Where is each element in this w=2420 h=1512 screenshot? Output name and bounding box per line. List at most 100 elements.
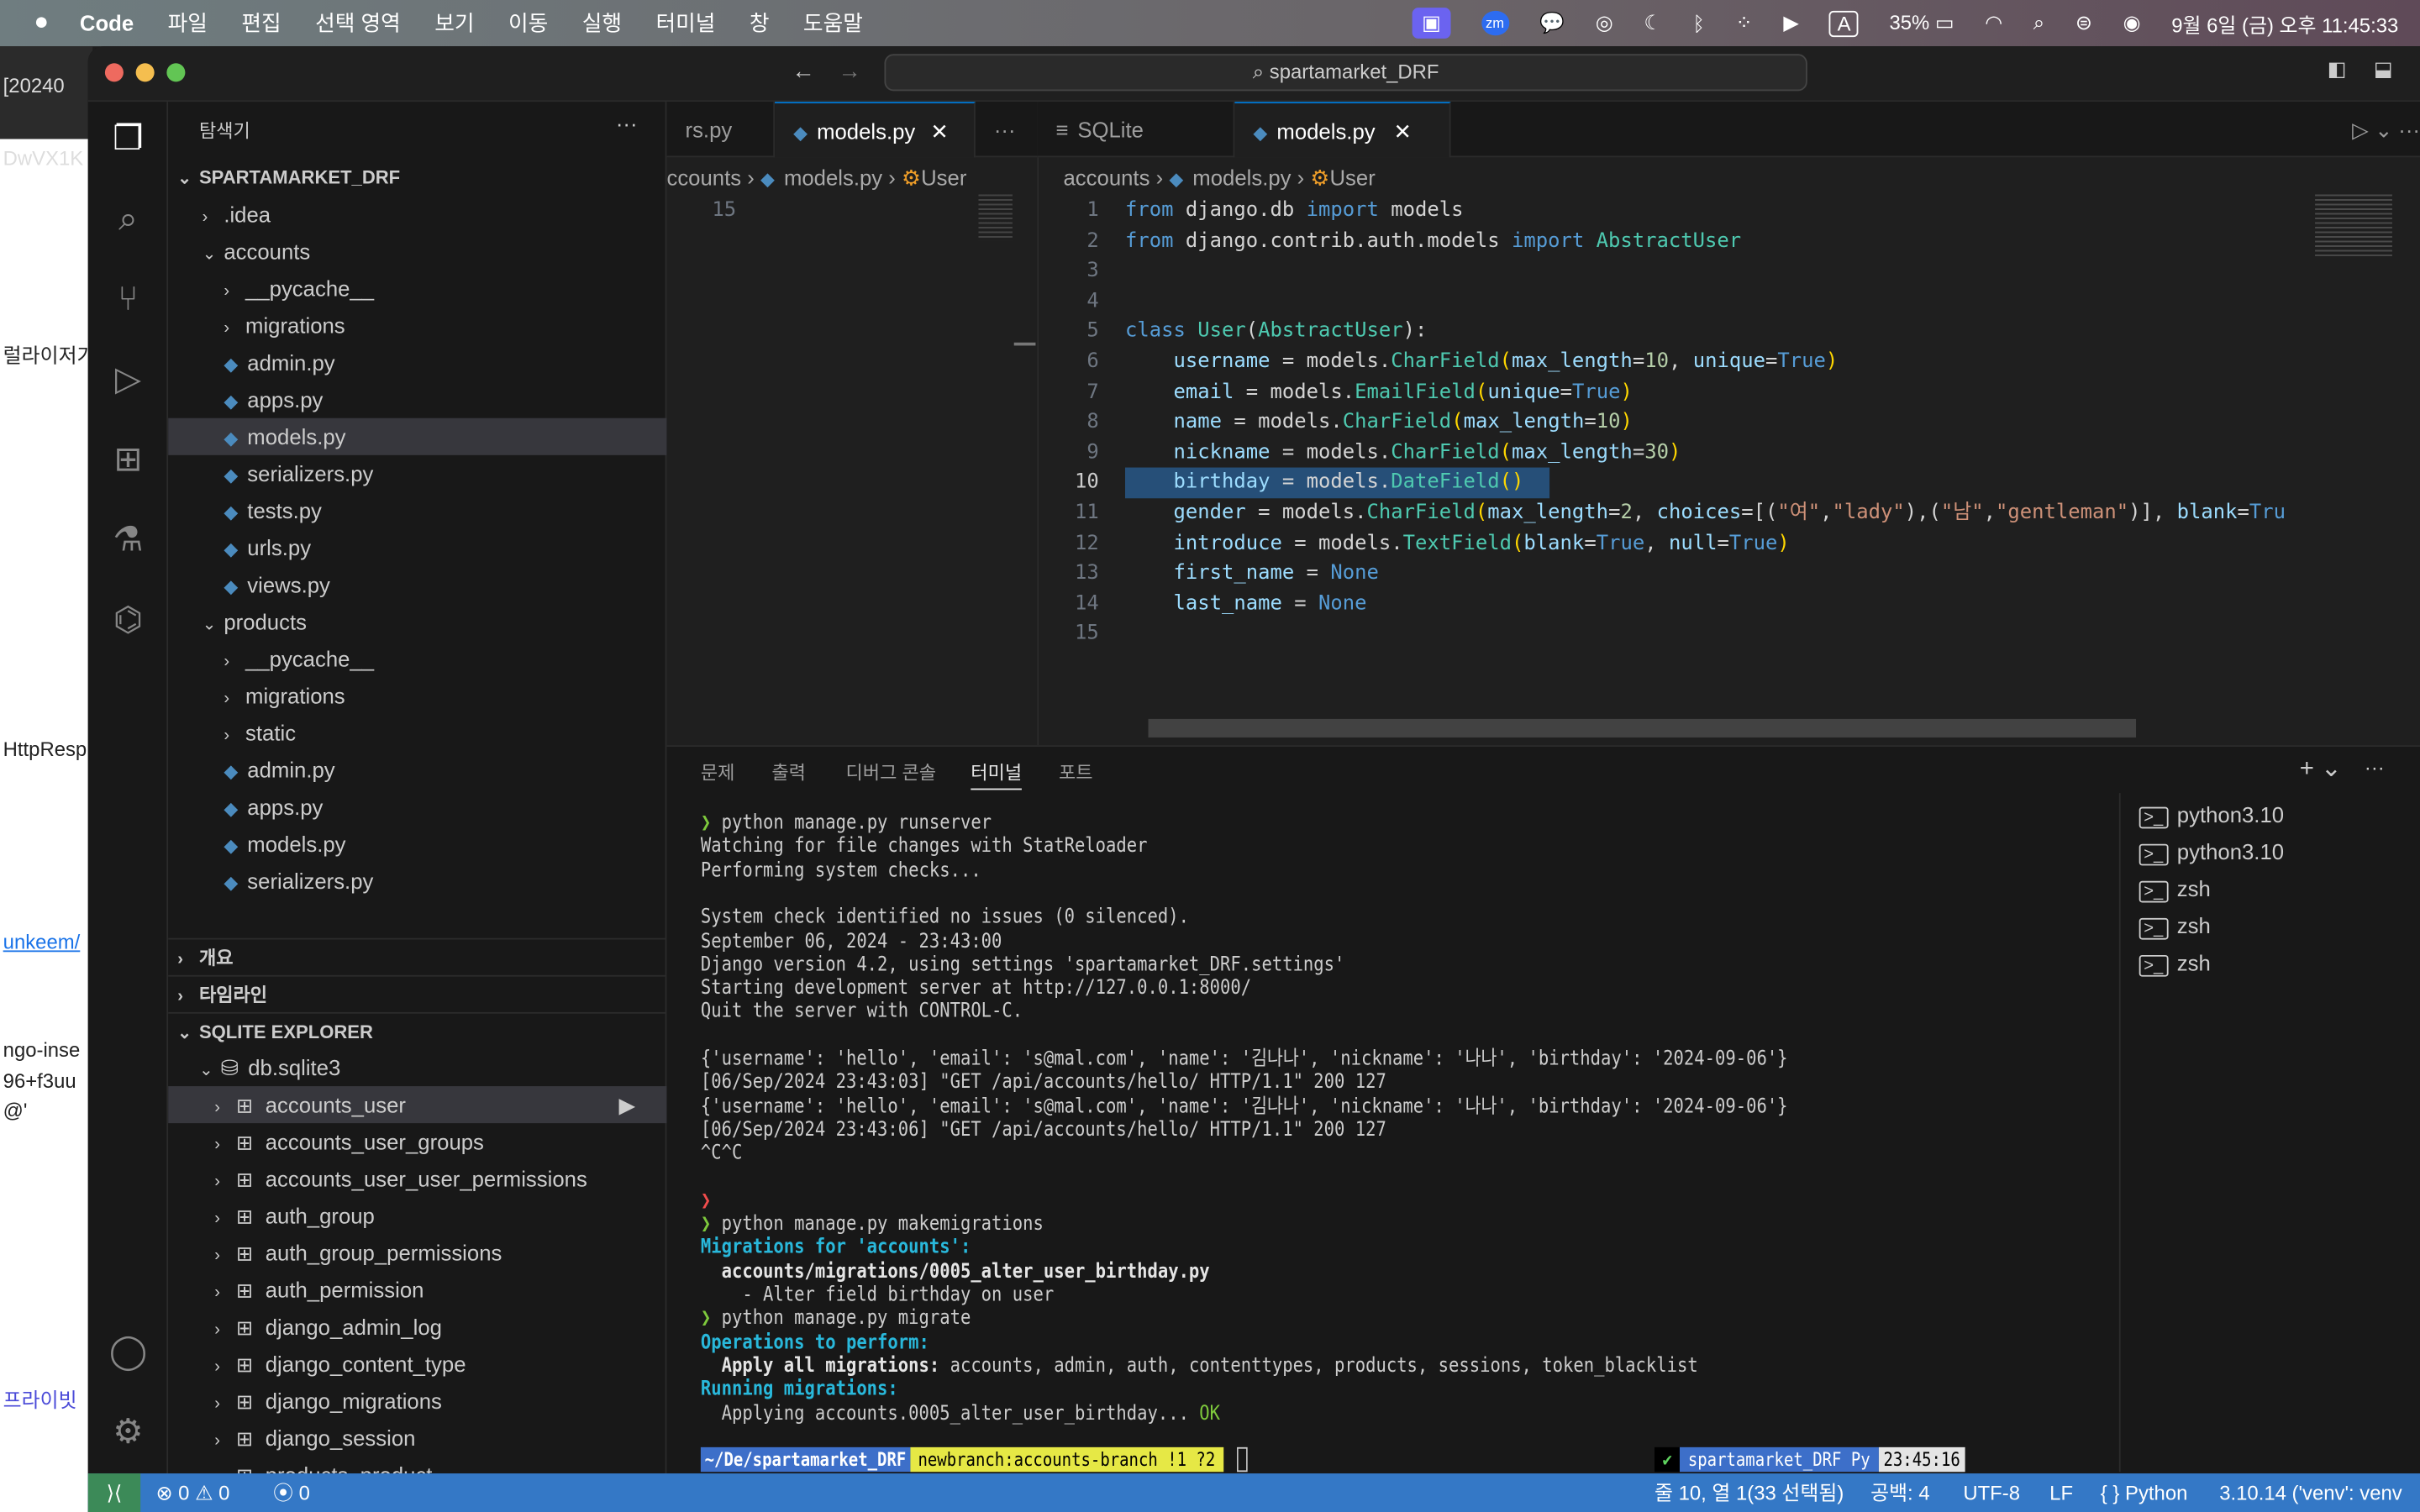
folder-item[interactable]: › __pycache__ [168,270,666,307]
ports-indicator[interactable]: ⦿ 0 [273,1473,310,1512]
panel-tab[interactable]: 디버그 콘솔 [846,756,937,790]
menu-item[interactable]: 편집 [241,8,281,39]
file-item[interactable]: ◆ admin.py [168,751,666,788]
forward-arrow-icon[interactable]: → [838,59,861,85]
indentation[interactable]: 공백: 4 [1870,1473,1929,1512]
file-item[interactable]: ◆ tests.py [168,492,666,529]
brightness-icon[interactable]: ⁘ [1736,11,1753,35]
file-item[interactable]: ◆ serializers.py [168,455,666,492]
folder-item[interactable]: ⌄ products [168,603,666,640]
more-actions-icon[interactable]: ··· [2365,756,2385,780]
source-control-icon[interactable]: ⑂ [107,278,150,321]
more-actions-icon[interactable]: ··· [2380,102,2420,157]
python-icon[interactable]: ⌬ [107,599,150,642]
line-ending[interactable]: LF [2049,1473,2073,1512]
table-item[interactable]: › ⊞ auth_group [168,1197,666,1234]
sqlite-explorer-section[interactable]: ⌄ SQLITE EXPLORER [168,1011,667,1049]
new-terminal-icon[interactable]: + ⌄ [2300,753,2342,784]
screen-share-icon[interactable]: ▣ [1413,8,1450,39]
menu-item[interactable]: 실행 [582,8,622,39]
close-tab-icon[interactable]: ✕ [930,118,949,143]
problems-indicator[interactable]: ⊗ 0 ⚠ 0 [156,1473,230,1512]
table-item[interactable]: › ⊞ accounts_user_groups [168,1123,666,1160]
chat-icon[interactable]: 💬 [1539,11,1565,35]
table-item[interactable]: › ⊞ auth_group_permissions [168,1234,666,1271]
bluetooth-icon[interactable]: ᛒ [1692,12,1704,35]
command-center-search[interactable]: ⌕ spartamarket_DRF [884,54,1807,92]
menu-item[interactable]: 보기 [434,8,474,39]
menu-item[interactable]: 도움말 [803,8,863,39]
menu-item[interactable]: 이동 [508,8,548,39]
account-icon[interactable]: ◯ [107,1330,150,1373]
folder-item[interactable]: ⌄ accounts [168,233,666,270]
table-item[interactable]: › ⊞ auth_permission [168,1271,666,1308]
folder-item[interactable]: › migrations [168,307,666,344]
table-item[interactable]: › ⊞ accounts_user_user_permissions [168,1160,666,1197]
panel-tab[interactable]: 출력 [771,756,806,790]
python-interpreter[interactable]: 3.10.14 ('venv': venv [2219,1473,2402,1512]
battery-icon[interactable]: ▭ [1935,11,1954,34]
database-item[interactable]: ⌄ ⛁ db.sqlite3 [168,1049,666,1086]
minimize-window-button[interactable] [135,63,155,82]
more-actions-icon[interactable]: ··· [616,111,638,135]
airdrop-icon[interactable]: ◎ [1596,11,1613,35]
table-item[interactable]: › ⊞ django_migrations [168,1383,666,1420]
run-debug-icon[interactable]: ▷ [107,358,150,401]
close-window-button[interactable] [104,63,124,82]
play-icon[interactable]: ▶ [619,1086,636,1123]
settings-gear-icon[interactable]: ⚙ [107,1410,150,1453]
panel-tab[interactable]: 문제 [701,756,735,790]
file-item[interactable]: ◆ serializers.py [168,863,666,900]
explorer-icon[interactable]: ❐ [107,118,150,160]
clock[interactable]: 9월 6일 (금) 오후 11:45:33 [2171,8,2398,38]
back-arrow-icon[interactable]: ← [792,59,815,85]
remote-icon[interactable]: ⟩⟨ [87,1473,141,1512]
menu-item[interactable]: 창 [750,8,770,39]
language-mode[interactable]: { } Python [2101,1473,2188,1512]
focus-moon-icon[interactable]: ☾ [1644,11,1661,35]
tab-models-py-right[interactable]: ◆ models.py ✕ [1234,102,1451,158]
terminal-instance[interactable]: >_ python3.10 [2139,833,2284,870]
terminal-instance[interactable]: >_ zsh [2139,907,2211,944]
terminal-instance[interactable]: >_ zsh [2139,870,2211,907]
tab-rs-py[interactable]: rs.py [666,102,776,158]
wifi-icon[interactable]: ◠ [1985,11,2002,35]
minimap-left[interactable] [978,194,1013,241]
horizontal-scrollbar[interactable] [1148,718,2137,738]
menu-app[interactable]: Code [80,11,134,35]
menu-item[interactable]: 파일 [168,8,208,39]
cursor-position[interactable]: 줄 10, 열 1(33 선택됨) [1655,1473,1844,1512]
scrollbar-left[interactable] [1013,342,1036,346]
background-browser-window[interactable]: [20240 DwVX1K 럴라이저가 HttpResp unkeem/ngo-inse… [0,46,93,1512]
minimap-right[interactable] [2315,194,2392,256]
file-item[interactable]: ◆ models.py [168,417,667,455]
folder-item[interactable]: › .idea [168,196,666,233]
siri-icon[interactable]: ◉ [2123,11,2141,35]
tab-sqlite[interactable]: ≡ SQLite [1037,102,1235,158]
toggle-sidebar-icon[interactable]: ◧ [2328,57,2347,81]
file-item[interactable]: ◆ urls.py [168,529,666,566]
timeline-section[interactable]: › 타임라인 [168,974,667,1012]
panel-tab[interactable]: 터미널 [971,756,1023,790]
code-editor[interactable]: 1 from django.db import models 2 from djang… [1037,194,2310,718]
encoding[interactable]: UTF-8 [1963,1473,2020,1512]
project-root[interactable]: ⌄ SPARTAMARKET_DRF [168,159,666,196]
toggle-panel-icon[interactable]: ⬓ [2374,57,2393,81]
control-center-icon[interactable]: ⊜ [2075,11,2092,35]
terminal-output[interactable]: ❯ python manage.py runserver Watching for… [666,811,2118,1429]
folder-item[interactable]: › __pycache__ [168,640,666,677]
terminal-instance[interactable]: >_ zsh [2139,944,2211,981]
testing-flask-icon[interactable]: ⚗ [107,518,150,561]
table-item[interactable]: › ⊞ django_session [168,1420,666,1457]
table-item[interactable]: › ⊞ accounts_user ▶ [168,1086,667,1124]
zoom-icon[interactable]: zm [1481,10,1509,36]
table-item[interactable]: › ⊞ django_admin_log [168,1309,666,1346]
outline-section[interactable]: › 개요 [168,937,667,975]
panel-tab[interactable]: 포트 [1059,756,1093,790]
file-item[interactable]: ◆ admin.py [168,344,666,381]
folder-item[interactable]: › migrations [168,677,666,714]
close-tab-icon[interactable]: ✕ [1393,118,1412,143]
file-item[interactable]: ◆ apps.py [168,789,666,826]
input-source-icon[interactable]: A [1829,9,1859,37]
folder-item[interactable]: › static [168,714,666,751]
